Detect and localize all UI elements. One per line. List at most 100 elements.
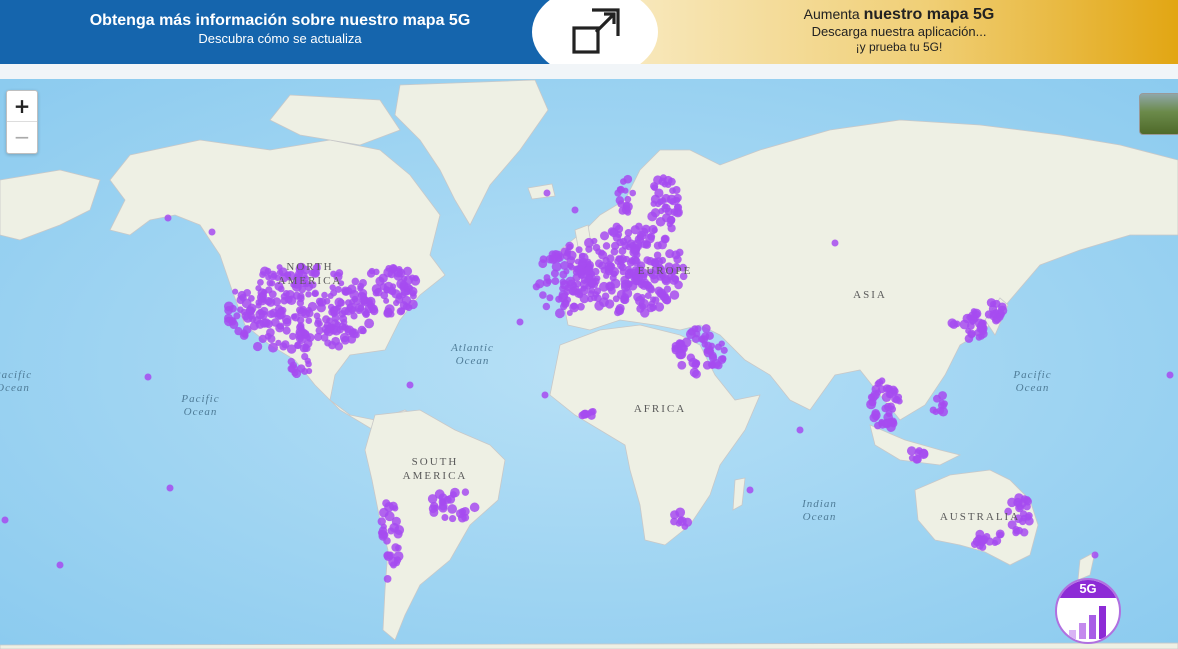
coverage-dot [265, 297, 276, 307]
coverage-dot [359, 327, 367, 335]
coverage-dot [615, 307, 624, 316]
coverage-dot [264, 319, 273, 329]
coverage-dot [406, 381, 414, 389]
coverage-dot [563, 268, 570, 275]
coverage-dot [675, 349, 686, 360]
coverage-dot [708, 342, 716, 350]
coverage-dot [297, 292, 305, 300]
coverage-dot [623, 174, 633, 184]
coverage-dot [405, 304, 413, 312]
coverage-dot [831, 239, 839, 247]
coverage-dot [650, 208, 661, 218]
coverage-dot [276, 322, 285, 330]
coverage-dot [580, 285, 587, 292]
coverage-dot [602, 242, 611, 250]
coverage-dot [970, 540, 979, 548]
expand-icon[interactable] [570, 6, 622, 58]
coverage-dot [719, 355, 727, 363]
coverage-dot [1013, 527, 1021, 535]
basemap-thumbnail-icon[interactable] [1139, 93, 1178, 135]
coverage-dot [550, 269, 559, 278]
coverage-dot [662, 203, 669, 210]
coverage-dot [396, 268, 406, 278]
coverage-dot [622, 288, 633, 299]
coverage-dot [380, 523, 387, 530]
coverage-dot [659, 197, 667, 205]
zoom-out-button[interactable]: − [7, 122, 37, 152]
coverage-dot [281, 340, 290, 349]
coverage-dot [650, 200, 657, 207]
coverage-dot [594, 301, 604, 311]
coverage-dot [599, 281, 609, 292]
coverage-dot [643, 256, 652, 265]
coverage-dot [257, 308, 264, 315]
coverage-dot [979, 319, 987, 327]
coverage-dot [989, 300, 997, 308]
coverage-dot [569, 288, 576, 296]
label-pacific-ocean-far-left: Pacific Ocean [0, 369, 33, 394]
coverage-dot [588, 280, 595, 287]
coverage-dot [611, 241, 620, 250]
coverage-dot [669, 290, 680, 300]
coverage-dot [223, 301, 234, 312]
coverage-dot [997, 531, 1004, 539]
coverage-dot [305, 317, 313, 325]
coverage-dot [330, 289, 338, 297]
coverage-dot [393, 299, 400, 307]
coverage-dot [591, 294, 598, 302]
coverage-dot [311, 289, 319, 298]
coverage-dot [236, 295, 245, 305]
coverage-dot [701, 341, 709, 348]
coverage-dot [287, 364, 296, 373]
5g-signal-icon[interactable]: 5G [1055, 578, 1121, 644]
signal-bars-icon [1069, 606, 1106, 639]
coverage-dot [340, 335, 350, 345]
coverage-dot [677, 516, 685, 524]
banner-app-link[interactable]: Aumenta nuestro mapa 5G Descarga nuestra… [620, 0, 1178, 64]
coverage-dot [546, 294, 554, 302]
coverage-dot [434, 489, 445, 499]
coverage-dot [543, 189, 551, 197]
banner-info-link[interactable]: Obtenga más información sobre nuestro ma… [0, 0, 560, 64]
coverage-dot [643, 240, 651, 248]
coverage-dot [908, 454, 916, 462]
coverage-dot [871, 410, 881, 421]
coverage-map[interactable]: NORTH AMERICA SOUTH AMERICA EUROPE ASIA … [0, 79, 1178, 649]
coverage-dot [255, 285, 262, 292]
coverage-dot [701, 324, 711, 333]
coverage-dot [164, 214, 172, 222]
promo-banner: Obtenga más información sobre nuestro ma… [0, 0, 1178, 78]
coverage-dot [584, 237, 594, 248]
coverage-dot [409, 274, 416, 281]
coverage-dot [574, 280, 582, 288]
coverage-dot [997, 305, 1008, 316]
coverage-dot [577, 302, 585, 311]
coverage-dot [673, 255, 682, 264]
coverage-dot [714, 361, 723, 370]
zoom-in-button[interactable]: + [7, 91, 37, 122]
coverage-dot [383, 575, 392, 583]
coverage-dot [564, 248, 572, 255]
coverage-dot [648, 300, 656, 307]
coverage-dot [237, 306, 244, 314]
coverage-dot [608, 286, 616, 295]
coverage-dot [594, 259, 604, 268]
coverage-dot [448, 515, 457, 523]
coverage-dot [296, 323, 304, 332]
coverage-dot [621, 241, 630, 250]
coverage-dot [396, 292, 403, 300]
coverage-dot [305, 360, 312, 368]
coverage-dot [1, 516, 9, 524]
coverage-dot [635, 243, 642, 251]
coverage-dot [575, 246, 583, 254]
coverage-dot [663, 296, 672, 305]
coverage-dot [539, 291, 547, 299]
coverage-dot [1091, 551, 1099, 559]
coverage-dot [545, 278, 552, 285]
coverage-dot [975, 529, 985, 539]
coverage-dot [277, 307, 285, 315]
coverage-dot [391, 543, 400, 552]
coverage-dot [617, 185, 625, 194]
coverage-dot [469, 502, 480, 513]
coverage-dot [255, 319, 265, 329]
